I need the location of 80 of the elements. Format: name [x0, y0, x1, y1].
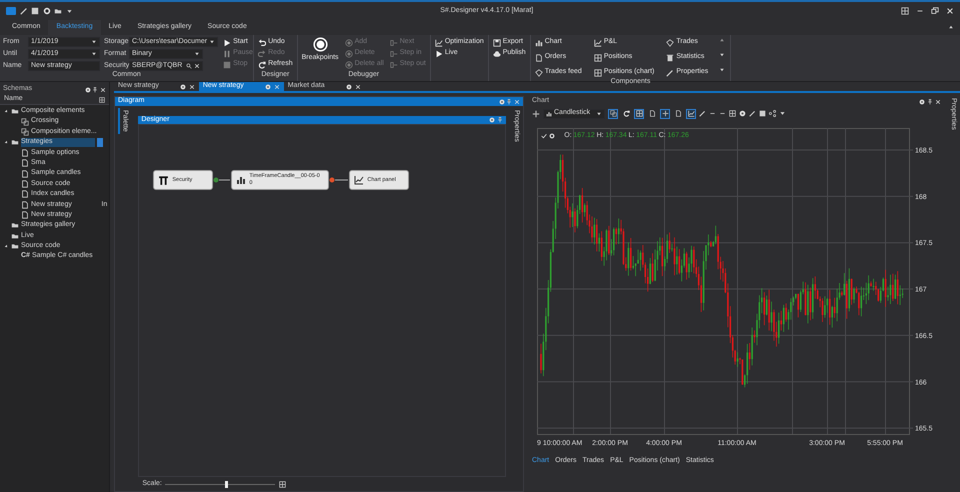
pin-icon	[496, 117, 503, 123]
slider-thumb[interactable]	[224, 480, 228, 488]
close-icon	[934, 98, 941, 104]
folder-icon	[11, 138, 19, 146]
close-icon	[946, 7, 954, 15]
toolbar-toggle[interactable]	[608, 108, 618, 118]
layout-icon	[901, 7, 909, 15]
step-icon	[390, 60, 398, 68]
grid-icon	[594, 68, 602, 76]
help-icon	[488, 117, 495, 123]
pin-icon	[506, 98, 512, 104]
pause-icon	[223, 50, 232, 58]
help-icon	[264, 84, 271, 90]
chart-icon	[354, 175, 364, 185]
help-icon	[84, 86, 90, 92]
connector-line	[213, 176, 232, 184]
folder-icon	[11, 107, 19, 116]
app-logo-icon	[6, 7, 16, 15]
gauge-icon	[739, 110, 746, 117]
bar-chart-icon	[534, 38, 543, 46]
clear-icon	[194, 63, 200, 69]
expand-caret-icon	[719, 67, 726, 73]
diamond-icon	[666, 38, 674, 46]
search-icon	[186, 63, 192, 69]
add-icon	[532, 110, 540, 118]
scroll-up-icon	[719, 37, 726, 43]
close-icon	[514, 98, 520, 104]
pencil-icon	[666, 68, 674, 76]
line-chart-icon	[594, 38, 602, 46]
play-icon	[223, 38, 232, 46]
help-icon	[919, 98, 926, 104]
help-icon	[498, 98, 504, 104]
step-icon	[390, 38, 398, 46]
toolbar-toggle[interactable]	[621, 108, 631, 118]
line-chart-icon	[434, 38, 443, 46]
dropdown-caret-icon	[596, 110, 602, 116]
stop-icon	[223, 60, 232, 68]
scroll-caret-icon	[719, 52, 726, 58]
toolbar-toggle[interactable]	[660, 108, 670, 118]
close-icon	[274, 84, 280, 90]
collapse-caret-icon	[948, 24, 954, 30]
dropdown-caret-icon	[209, 39, 216, 45]
close-icon	[354, 84, 361, 90]
settings-icon	[548, 133, 555, 140]
close-icon	[188, 84, 195, 90]
close-icon	[100, 86, 106, 92]
document-icon	[534, 54, 543, 62]
play-icon	[434, 50, 443, 58]
cloud-icon	[492, 50, 501, 58]
trash-icon	[666, 54, 674, 62]
refresh-icon	[258, 60, 266, 68]
step-icon	[390, 50, 398, 58]
selection-marker	[97, 138, 103, 147]
connector-line	[329, 176, 350, 184]
line-tool-icon	[699, 110, 706, 117]
redo-icon	[258, 50, 266, 58]
help-icon	[180, 84, 186, 90]
toolbar-toggle[interactable]	[673, 108, 683, 118]
dropdown-caret-icon	[66, 8, 72, 14]
record-icon	[312, 37, 328, 52]
check-icon	[541, 133, 547, 140]
candles-icon	[546, 110, 552, 116]
undo-icon	[258, 38, 266, 46]
dropdown-caret-icon	[194, 51, 200, 57]
share-icon	[769, 110, 776, 117]
grid-icon	[594, 54, 602, 62]
candles-icon	[236, 175, 246, 185]
help-icon	[346, 84, 352, 90]
diamond-icon	[534, 68, 543, 76]
pin-icon	[92, 86, 98, 92]
tool-icon	[20, 7, 28, 15]
dropdown-caret-icon	[779, 110, 786, 117]
pi-icon	[158, 174, 170, 186]
hline-tool-icon	[719, 110, 726, 117]
restore-icon	[931, 7, 939, 15]
pin-icon	[926, 98, 933, 104]
toolbar-toggle[interactable]	[634, 108, 644, 118]
toolbar-toggle[interactable]	[686, 108, 696, 118]
settings-icon	[42, 7, 50, 15]
toolbar-toggle[interactable]	[647, 108, 657, 118]
